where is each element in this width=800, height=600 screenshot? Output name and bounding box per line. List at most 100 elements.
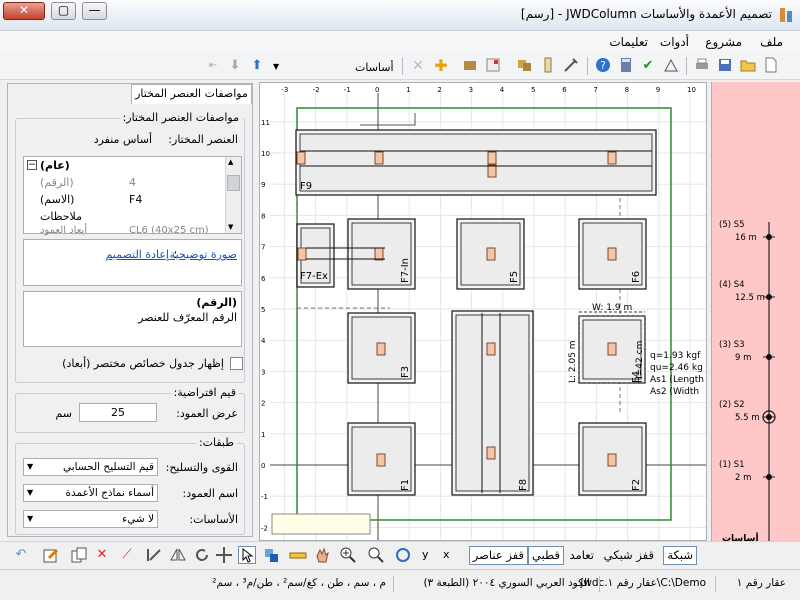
redesign-link[interactable]: إعادة التصميم [106,248,169,261]
columns-group-icon[interactable] [516,57,534,75]
level-point[interactable] [766,234,772,240]
help-icon[interactable]: ? [594,57,612,75]
short-properties-checkbox[interactable] [230,357,243,370]
column-marker[interactable] [487,151,497,165]
dropdown-arrow-icon[interactable]: ▼ [273,62,279,71]
prop-value-name[interactable]: F4 [129,193,142,206]
scroll-down-icon[interactable]: ▼ [228,223,233,231]
analyze-icon[interactable] [662,57,680,75]
pan-hand-icon[interactable] [313,546,331,564]
select-pointer-icon[interactable] [238,546,256,564]
column-marker[interactable] [376,342,386,356]
column-marker[interactable] [486,247,496,261]
mirror-icon[interactable] [169,546,187,564]
coordinate-input[interactable] [271,513,371,535]
ortho-toggle[interactable]: تعامد [566,546,598,565]
scroll-up-icon[interactable]: ▲ [228,158,233,166]
column-marker[interactable] [376,453,386,467]
undo-icon[interactable]: ↶ [12,546,30,564]
menu-tools[interactable]: أدوات [660,35,689,49]
scroll-thumb[interactable] [227,175,240,191]
y-tick-label: 10 [261,150,270,158]
close-button[interactable]: ✕ [3,2,45,20]
open-folder-icon[interactable] [739,57,757,75]
snap-settings-icon[interactable] [394,546,412,564]
element-snap-toggle[interactable]: قفز عناصر [468,546,528,565]
layers-icon[interactable] [263,546,281,564]
column-marker[interactable] [374,151,384,165]
save-icon[interactable] [716,57,734,75]
drawing-svg[interactable]: -3 -2 -1 0 1 2 3 4 5 6 7 8 9 1011109876543210-1-2F9F7… [260,83,707,541]
grid-toggle[interactable]: شبكة [663,546,697,565]
column-marker[interactable] [486,342,496,356]
footing-inner[interactable] [455,314,530,492]
minimize-button[interactable]: — [82,2,107,20]
tools-icon[interactable] [562,57,580,75]
edit-properties-icon[interactable] [42,546,60,564]
column-marker[interactable] [607,342,617,356]
level-point[interactable] [766,414,772,420]
illustration-link[interactable]: صورة توضيحية [170,248,237,261]
level-point[interactable] [766,474,772,480]
column-marker[interactable] [607,151,617,165]
levels-svg[interactable]: (5) S5 16 m (4) S4 12.5 m (3) S3 9 m (2) S2 5.5… [712,82,800,562]
level-point[interactable] [766,294,772,300]
x-tick-label: 1 [406,86,410,94]
check-icon[interactable]: ✔ [639,57,657,75]
column-marker[interactable] [607,247,617,261]
calculator-icon[interactable] [617,57,635,75]
dropdown-arrow-icon: ▼ [27,488,34,497]
y-tick-label: 4 [261,337,266,345]
level-name: (4) S4 [719,280,745,290]
levels-panel[interactable]: (5) S5 16 m (4) S4 12.5 m (3) S3 9 m (2) S2 5.5… [711,82,800,562]
trim-icon[interactable]: ⟋ [118,546,136,564]
column-marker[interactable] [297,247,307,261]
footing-info-line: As2 (Width [650,387,699,397]
column-icon[interactable] [539,57,557,75]
column-marker[interactable] [486,446,496,460]
arrow-up-icon[interactable]: ⬆ [248,57,266,75]
level-point[interactable] [766,354,772,360]
footing-inner[interactable] [299,133,653,192]
add-icon[interactable]: ✚ [432,57,450,75]
zoom-in-icon[interactable] [339,546,357,564]
print-icon[interactable] [693,57,711,75]
foundations-dropdown[interactable]: أساسات [355,61,394,74]
zoom-out-icon[interactable] [367,546,385,564]
property-grid-scrollbar[interactable]: ▲ ▼ [225,157,241,233]
grid-snap-toggle[interactable]: قفز شبكي [600,546,658,565]
column-marker[interactable] [374,247,384,261]
menu-file[interactable]: ملف [760,35,783,49]
x-axis-label: x [443,548,450,561]
drawing-canvas[interactable]: -3 -2 -1 0 1 2 3 4 5 6 7 8 9 10 11 10 9 8 7 6 5 4 3 2 1 0 -1 -2 F9 F7… [259,82,707,541]
delete-element-icon[interactable]: ✕ [93,546,111,564]
menu-project[interactable]: مشروع [705,35,742,49]
status-units: م ، سم ، طن ، كغ/سم² ، طن/م³ ، سم² [212,577,386,589]
column-marker[interactable] [296,151,306,165]
selected-element-value: أساس منفرد [93,133,152,146]
maximize-button[interactable]: ▢ [51,2,76,20]
tab-selected-element-properties[interactable]: مواصفات العنصر المختار [131,84,252,104]
menu-help[interactable]: تعليمات [609,35,648,49]
measure-icon[interactable] [289,546,307,564]
column-marker[interactable] [487,164,497,178]
status-divider [393,576,394,592]
foundation-block-icon[interactable] [461,57,479,75]
rotate-icon[interactable] [193,546,211,564]
forces-select[interactable]: ▼ قيم التسليح الحسابي [23,458,158,476]
column-name-select[interactable]: ▼ أسماء نماذج الأعمدة [23,484,158,502]
new-file-icon[interactable] [762,57,780,75]
align-icon[interactable] [145,546,163,564]
copy-icon[interactable] [70,546,88,564]
polar-toggle[interactable]: قطبي [528,546,564,565]
property-grid[interactable]: − (عام) (الرقم) 4 (الاسم) F4 ملاحظات أبع… [23,156,242,236]
column-marker[interactable] [607,453,617,467]
column-width-input[interactable]: 25 [79,403,157,422]
level-name: (5) S5 [719,220,745,230]
x-tick-label: 8 [625,86,629,94]
move-icon[interactable] [215,546,233,564]
x-tick-label: 3 [469,86,473,94]
flag-icon[interactable] [484,57,502,75]
collapse-toggle-icon[interactable]: − [27,160,37,170]
foundations-layer-select[interactable]: ▼ لا شيء [23,510,158,528]
